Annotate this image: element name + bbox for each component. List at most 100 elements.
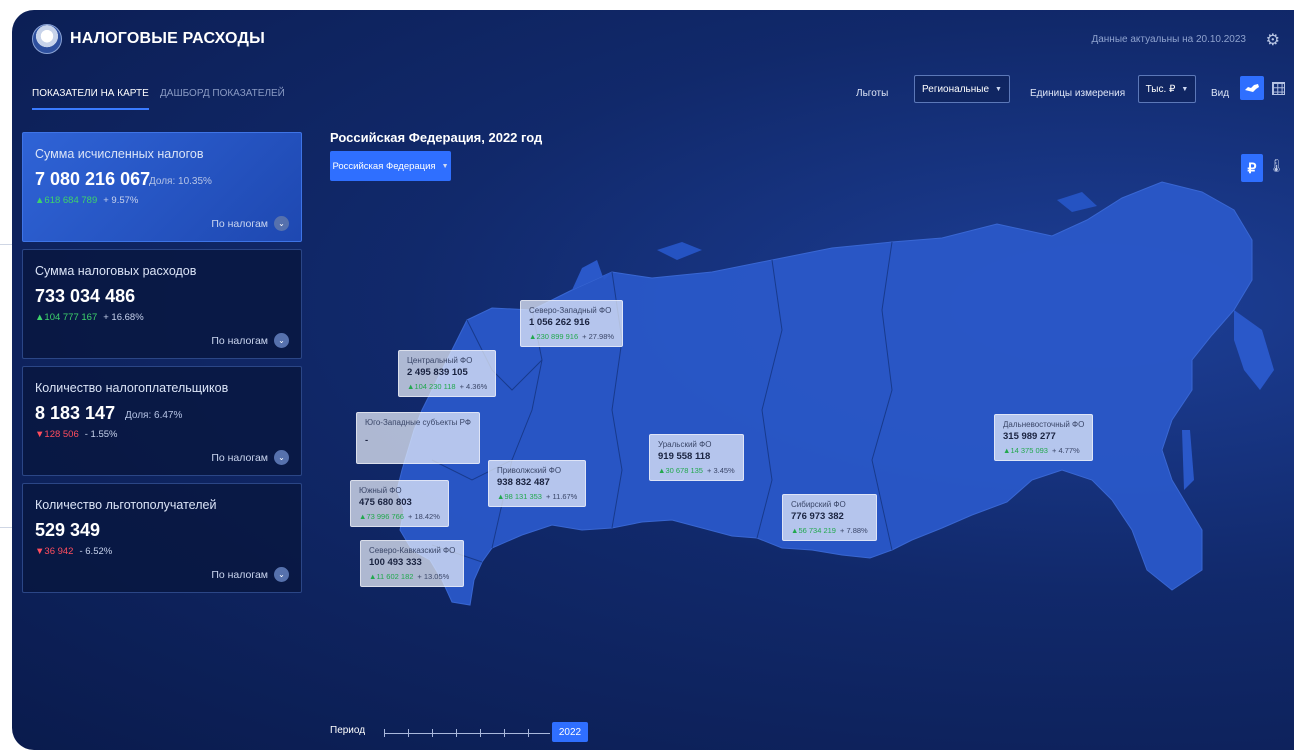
period-tick[interactable] [504, 729, 505, 737]
caret-down-icon: ▼ [441, 162, 449, 170]
region-label-volga[interactable]: Приволжский ФО 938 832 487 ▲98 131 353 + … [488, 460, 587, 507]
card-delta: ▼128 506 - 1.55% [35, 429, 118, 440]
delta-value: 618 684 789 [44, 195, 98, 206]
region-label-ural[interactable]: Уральский ФО 919 558 118 ▲30 678 135 + 3.… [649, 434, 744, 481]
app-title: НАЛОГОВЫЕ РАСХОДЫ [70, 30, 265, 47]
card-tax-expenses[interactable]: Сумма налоговых расходов 733 034 486 ▲10… [22, 249, 302, 359]
region-delta-percent: + 27.98% [582, 332, 615, 341]
region-delta-value: 73 996 766 [366, 512, 404, 521]
card-value: 733 034 486 [35, 286, 136, 306]
region-delta: ▲14 375 093 + 4.77% [1003, 446, 1084, 455]
thermometer-icon[interactable]: 🌡 [1268, 158, 1285, 174]
region-delta-value: 11 602 182 [376, 572, 414, 581]
grid-icon [1271, 81, 1285, 95]
by-tax-label: По налогам [211, 217, 268, 230]
region-value: 776 973 382 [791, 511, 844, 522]
by-tax-label: По налогам [211, 568, 268, 581]
region-delta-value: 56 734 219 [798, 526, 836, 535]
region-delta-value: 30 678 135 [665, 466, 703, 475]
by-tax-label: По налогам [211, 451, 268, 464]
map-icon [1245, 84, 1259, 92]
region-selector-value: Российская Федерация [332, 160, 436, 172]
region-name: Уральский ФО [658, 440, 712, 449]
chevron-down-icon: ⌄ [274, 333, 289, 348]
island-east [1057, 192, 1097, 212]
period-selected-year[interactable]: 2022 [552, 722, 588, 742]
by-tax-toggle[interactable]: По налогам ⌄ [211, 450, 289, 465]
gear-icon[interactable]: ⚙ [1266, 30, 1280, 50]
region-delta-percent: + 4.36% [459, 382, 488, 391]
units-value: Тыс. ₽ [1145, 83, 1176, 95]
period-tick[interactable] [528, 729, 529, 737]
emblem-logo [32, 24, 62, 54]
region-label-central[interactable]: Центральный ФО 2 495 839 105 ▲104 230 11… [398, 350, 497, 397]
delta-percent: - 6.52% [79, 546, 113, 557]
region-selector[interactable]: Российская Федерация ▼ [330, 151, 451, 181]
kamchatka [1234, 310, 1274, 390]
period-tick[interactable] [384, 729, 385, 737]
region-delta: ▲73 996 766 + 18.42% [359, 512, 440, 521]
region-label-northwest[interactable]: Северо-Западный ФО 1 056 262 916 ▲230 89… [520, 300, 624, 347]
region-delta: ▲30 678 135 + 3.45% [658, 466, 735, 475]
period-tick[interactable] [408, 729, 409, 737]
card-taxpayers[interactable]: Количество налогоплательщиков 8 183 147 … [22, 366, 302, 476]
units-dropdown[interactable]: Тыс. ₽ ▼ [1138, 75, 1196, 103]
region-delta-value: 230 899 916 [536, 332, 579, 341]
benefits-dropdown[interactable]: Региональные ▼ [914, 75, 1010, 103]
card-delta: ▲104 777 167 + 16.68% [35, 312, 144, 323]
map-view-button[interactable] [1240, 76, 1264, 100]
sakhalin [1182, 430, 1194, 490]
benefits-value: Региональные [922, 83, 990, 95]
card-calculated-taxes[interactable]: Сумма исчисленных налогов 7 080 216 067 … [22, 132, 302, 242]
region-label-far-east[interactable]: Дальневосточный ФО 315 989 277 ▲14 375 0… [994, 414, 1094, 461]
region-name: Центральный ФО [407, 356, 473, 365]
region-label-south[interactable]: Южный ФО 475 680 803 ▲73 996 766 + 18.42% [350, 480, 449, 527]
region-delta-percent: + 7.88% [839, 526, 868, 535]
card-title: Количество налогоплательщиков [35, 381, 229, 395]
delta-percent: + 9.57% [103, 195, 139, 206]
card-title: Сумма налоговых расходов [35, 264, 197, 278]
region-name: Северо-Западный ФО [529, 306, 612, 315]
region-label-north-caucasus[interactable]: Северо-Кавказский ФО 100 493 333 ▲11 602… [360, 540, 465, 587]
delta-value: 128 506 [44, 429, 79, 440]
region-delta: ▲56 734 219 + 7.88% [791, 526, 868, 535]
region-value: 100 493 333 [369, 557, 422, 568]
benefits-label: Льготы [856, 88, 889, 99]
by-tax-toggle[interactable]: По налогам ⌄ [211, 567, 289, 582]
russia-territory[interactable] [396, 181, 1253, 606]
region-delta: ▲104 230 118 + 4.36% [407, 382, 487, 391]
card-value: 8 183 147 [35, 403, 116, 423]
region-value: - [365, 435, 369, 446]
region-value: 2 495 839 105 [407, 367, 468, 378]
period-tick[interactable] [480, 729, 481, 737]
period-tick[interactable] [432, 729, 433, 737]
by-tax-toggle[interactable]: По налогам ⌄ [211, 333, 289, 348]
card-value: 529 349 [35, 520, 101, 540]
chevron-down-icon: ⌄ [274, 216, 289, 231]
ruble-mode-button[interactable]: ₽ [1241, 154, 1263, 182]
chevron-down-icon: ⌄ [274, 450, 289, 465]
region-value: 475 680 803 [359, 497, 412, 508]
table-view-button[interactable] [1266, 76, 1290, 100]
card-title: Сумма исчисленных налогов [35, 147, 204, 161]
region-value: 1 056 262 916 [529, 317, 590, 328]
region-label-siberia[interactable]: Сибирский ФО 776 973 382 ▲56 734 219 + 7.… [782, 494, 877, 541]
tab-dashboard[interactable]: ДАШБОРД ПОКАЗАТЕЛЕЙ [160, 88, 285, 99]
region-label-southwest[interactable]: Юго-Западные субъекты РФ - [356, 412, 480, 464]
region-delta-percent: + 11.67% [545, 492, 578, 501]
region-delta-value: 104 230 118 [414, 382, 456, 391]
card-delta: ▼36 942 - 6.52% [35, 546, 112, 557]
region-value: 315 989 277 [1003, 431, 1056, 442]
by-tax-toggle[interactable]: По налогам ⌄ [211, 216, 289, 231]
region-value: 938 832 487 [497, 477, 550, 488]
card-beneficiaries[interactable]: Количество льготополучателей 529 349 ▼36… [22, 483, 302, 593]
region-delta-percent: + 18.42% [407, 512, 440, 521]
units-label: Единицы измерения [1030, 88, 1126, 99]
period-tick[interactable] [456, 729, 457, 737]
card-delta: ▲618 684 789 + 9.57% [35, 195, 138, 206]
card-title: Количество льготополучателей [35, 498, 217, 512]
region-delta: ▲98 131 353 + 11.67% [497, 492, 577, 501]
top-bar: НАЛОГОВЫЕ РАСХОДЫ Данные актуальны на 20… [12, 10, 1294, 72]
edge-divider [0, 244, 12, 245]
tab-map-indicators[interactable]: ПОКАЗАТЕЛИ НА КАРТЕ [32, 88, 149, 110]
